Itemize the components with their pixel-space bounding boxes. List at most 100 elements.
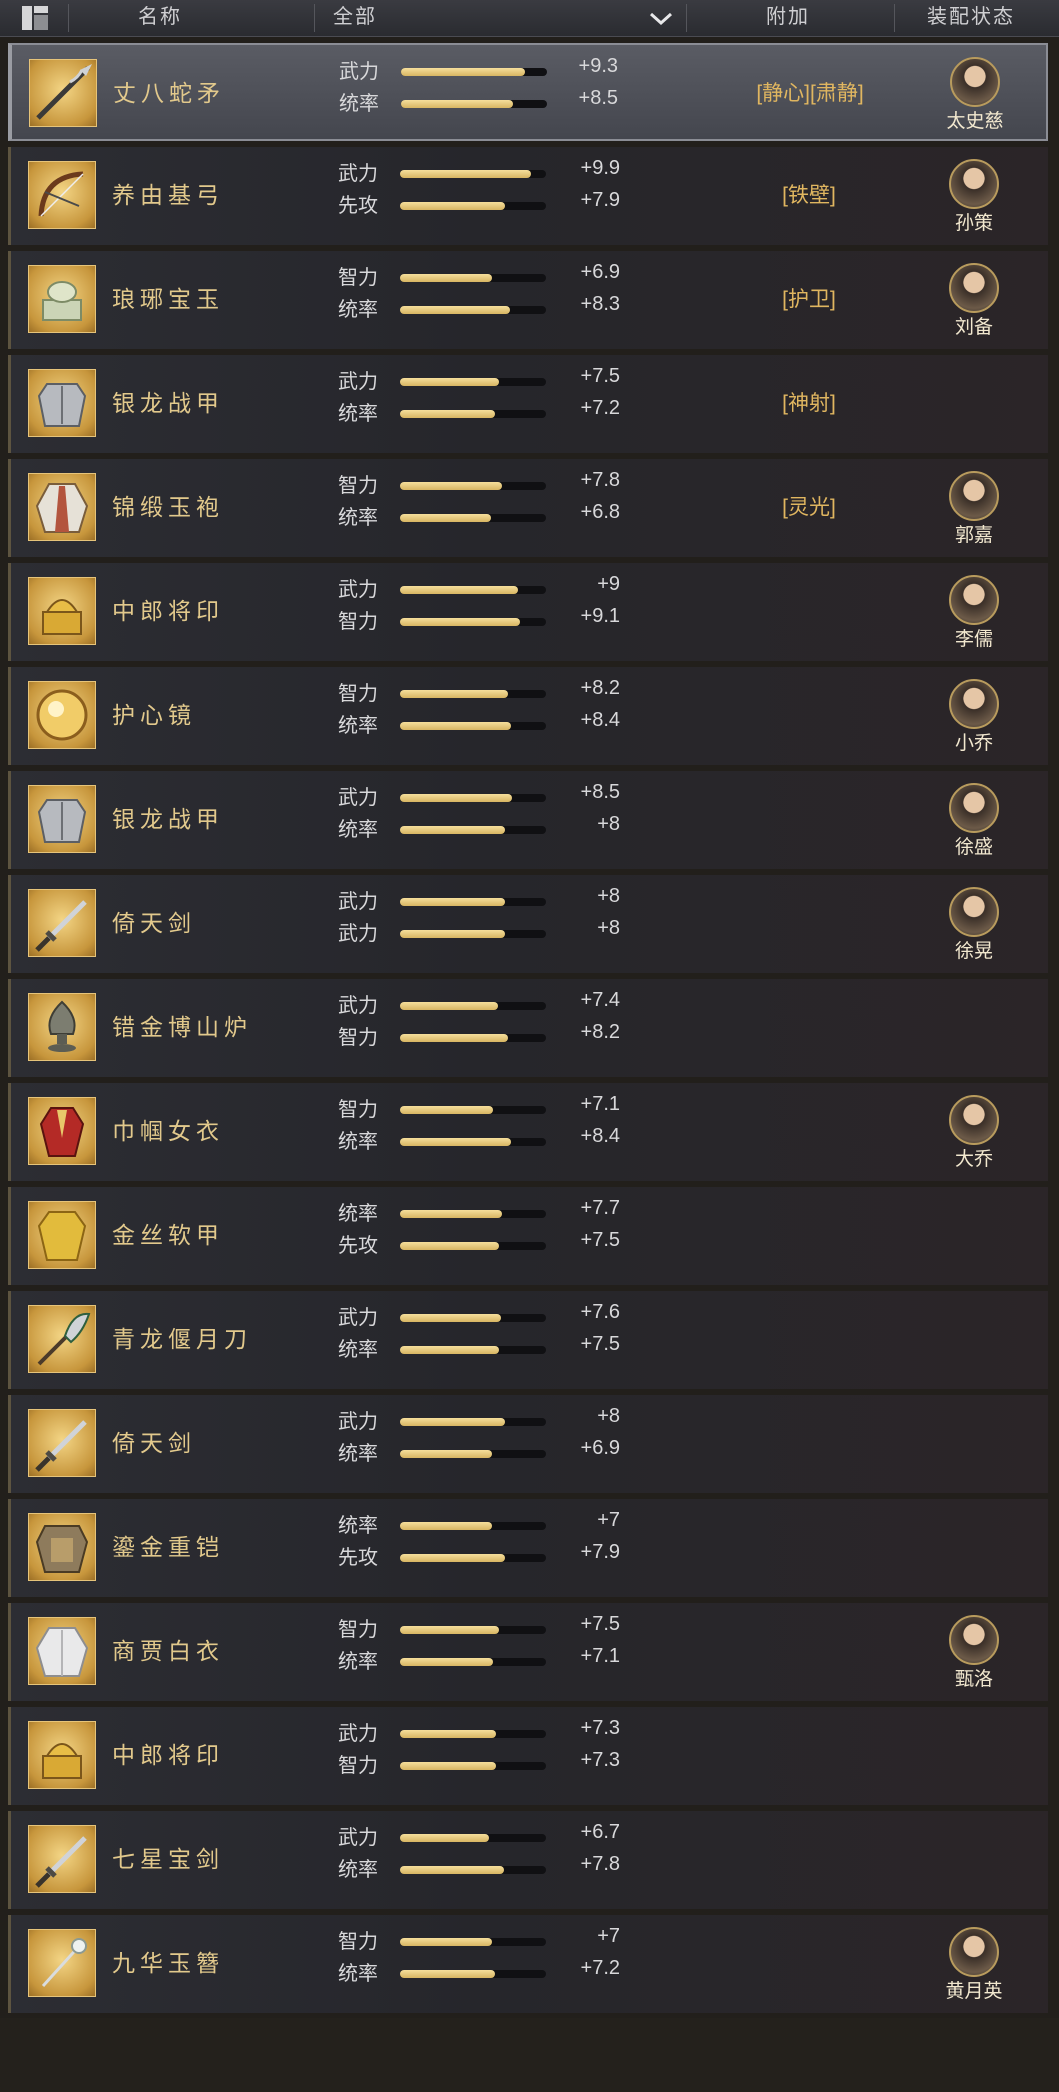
armor-icon <box>28 369 96 437</box>
stat-value: +7.5 <box>580 1613 620 1635</box>
hero-avatar[interactable] <box>949 471 999 521</box>
stat-label: 智力 <box>338 1027 378 1049</box>
grid-view-icon[interactable] <box>22 6 48 30</box>
stat-value: +7.6 <box>580 1301 620 1323</box>
item-name: 巾帼女衣 <box>112 1119 224 1144</box>
stat-bar <box>400 1762 546 1770</box>
stat-value: +9.9 <box>580 157 620 179</box>
seal-icon <box>28 1721 96 1789</box>
stat-bar-fill <box>400 1106 494 1114</box>
sword-icon <box>28 889 96 957</box>
stat-bar-fill <box>400 1970 495 1978</box>
stat-bar <box>400 1210 546 1218</box>
stat-label: 统率 <box>338 403 378 425</box>
stat-value: +8.5 <box>580 781 620 803</box>
item-name: 丈八蛇矛 <box>113 81 225 106</box>
stat-value: +6.9 <box>580 1437 620 1459</box>
stat-bar-fill <box>400 690 509 698</box>
hero-avatar[interactable] <box>949 783 999 833</box>
equipment-row[interactable]: 养由基弓 武力 +9.9 先攻 +7.9 [铁壁] 孙策 <box>8 147 1048 245</box>
equipment-row[interactable]: 九华玉簪 智力 +7 统率 +7.2 黄月英 <box>8 1915 1048 2013</box>
stat-value: +8.3 <box>580 293 620 315</box>
hero-avatar[interactable] <box>949 263 999 313</box>
stat-value: +7.8 <box>580 469 620 491</box>
stat-label: 统率 <box>338 1443 378 1465</box>
header-status[interactable]: 装配状态 <box>927 0 1015 36</box>
equipment-row[interactable]: 琅琊宝玉 智力 +6.9 统率 +8.3 [护卫] 刘备 <box>8 251 1048 349</box>
stat-bar <box>401 68 547 76</box>
equipment-row[interactable]: 锦缎玉袍 智力 +7.8 统率 +6.8 [灵光] 郭嘉 <box>8 459 1048 557</box>
equipment-row[interactable]: 七星宝剑 武力 +6.7 统率 +7.8 <box>8 1811 1048 1909</box>
stat-value: +6.9 <box>580 261 620 283</box>
equipment-row[interactable]: 商贾白衣 智力 +7.5 统率 +7.1 甄洛 <box>8 1603 1048 1701</box>
extra-skill: [护卫] <box>782 288 836 311</box>
stat-value: +8 <box>597 1405 620 1427</box>
item-name: 鎏金重铠 <box>112 1535 224 1560</box>
hero-avatar[interactable] <box>949 887 999 937</box>
hero-avatar[interactable] <box>949 679 999 729</box>
hero-avatar[interactable] <box>949 1095 999 1145</box>
stat-value: +8.4 <box>580 709 620 731</box>
stat-value: +7.8 <box>580 1853 620 1875</box>
stat-bar-fill <box>400 1762 497 1770</box>
stat-label: 统率 <box>338 507 378 529</box>
equipment-row[interactable]: 银龙战甲 武力 +8.5 统率 +8 徐盛 <box>8 771 1048 869</box>
stat-bar <box>400 1002 546 1010</box>
hero-avatar[interactable] <box>949 1615 999 1665</box>
equipment-row[interactable]: 银龙战甲 武力 +7.5 统率 +7.2 [神射] <box>8 355 1048 453</box>
stat-label: 武力 <box>338 787 378 809</box>
item-name: 青龙偃月刀 <box>112 1327 252 1352</box>
stat-bar <box>400 170 546 178</box>
stat-bar-fill <box>400 170 532 178</box>
hero-avatar[interactable] <box>949 1927 999 1977</box>
extra-skill: [静心][肃静] <box>756 82 864 105</box>
equipment-row[interactable]: 倚天剑 武力 +8 统率 +6.9 <box>8 1395 1048 1493</box>
equipment-row[interactable]: 丈八蛇矛 武力 +9.3 统率 +8.5 [静心][肃静] 太史慈 <box>8 43 1048 141</box>
stat-bar-fill <box>400 514 491 522</box>
stat-value: +6.7 <box>580 1821 620 1843</box>
equipment-row[interactable]: 中郎将印 武力 +9 智力 +9.1 李儒 <box>8 563 1048 661</box>
header-name[interactable]: 名称 <box>138 0 182 36</box>
stat-value: +8.2 <box>580 1021 620 1043</box>
stat-label: 先攻 <box>338 1547 378 1569</box>
item-name: 七星宝剑 <box>112 1847 224 1872</box>
hero-name: 郭嘉 <box>954 525 993 546</box>
stat-value: +8.2 <box>580 677 620 699</box>
item-name: 琅琊宝玉 <box>112 287 224 312</box>
equipment-row[interactable]: 错金博山炉 武力 +7.4 智力 +8.2 <box>8 979 1048 1077</box>
stat-bar <box>400 482 546 490</box>
spear-icon <box>29 59 97 127</box>
filter-select-label[interactable]: 全部 <box>333 0 377 36</box>
equipment-row[interactable]: 巾帼女衣 智力 +7.1 统率 +8.4 大乔 <box>8 1083 1048 1181</box>
equipment-row[interactable]: 中郎将印 武力 +7.3 智力 +7.3 <box>8 1707 1048 1805</box>
stat-value: +8 <box>597 813 620 835</box>
heavy-armor-icon <box>28 1513 96 1581</box>
stat-bar-fill <box>400 794 513 802</box>
stat-label: 武力 <box>338 1411 378 1433</box>
header-divider <box>314 4 315 32</box>
stat-value: +8.4 <box>580 1125 620 1147</box>
equipment-row[interactable]: 青龙偃月刀 武力 +7.6 统率 +7.5 <box>8 1291 1048 1389</box>
equipment-row[interactable]: 倚天剑 武力 +8 武力 +8 徐晃 <box>8 875 1048 973</box>
hero-avatar[interactable] <box>950 57 1000 107</box>
stat-bar-fill <box>400 378 500 386</box>
stat-label: 统率 <box>338 299 378 321</box>
stat-value: +7.2 <box>580 397 620 419</box>
equipment-row[interactable]: 护心镜 智力 +8.2 统率 +8.4 小乔 <box>8 667 1048 765</box>
stat-value: +8.5 <box>578 87 618 109</box>
stat-label: 统率 <box>338 1515 378 1537</box>
stat-bar-fill <box>400 274 492 282</box>
hero-avatar[interactable] <box>949 159 999 209</box>
stat-label: 武力 <box>338 1723 378 1745</box>
equipment-row[interactable]: 鎏金重铠 统率 +7 先攻 +7.9 <box>8 1499 1048 1597</box>
stat-bar <box>400 274 546 282</box>
header-divider <box>68 4 69 32</box>
stat-bar <box>400 306 546 314</box>
hero-avatar[interactable] <box>949 575 999 625</box>
golden-vest-icon <box>28 1201 96 1269</box>
stat-bar-fill <box>400 1658 494 1666</box>
stat-bar <box>400 1450 546 1458</box>
chevron-down-icon[interactable] <box>648 8 674 28</box>
equipment-row[interactable]: 金丝软甲 统率 +7.7 先攻 +7.5 <box>8 1187 1048 1285</box>
stat-bar <box>400 826 546 834</box>
